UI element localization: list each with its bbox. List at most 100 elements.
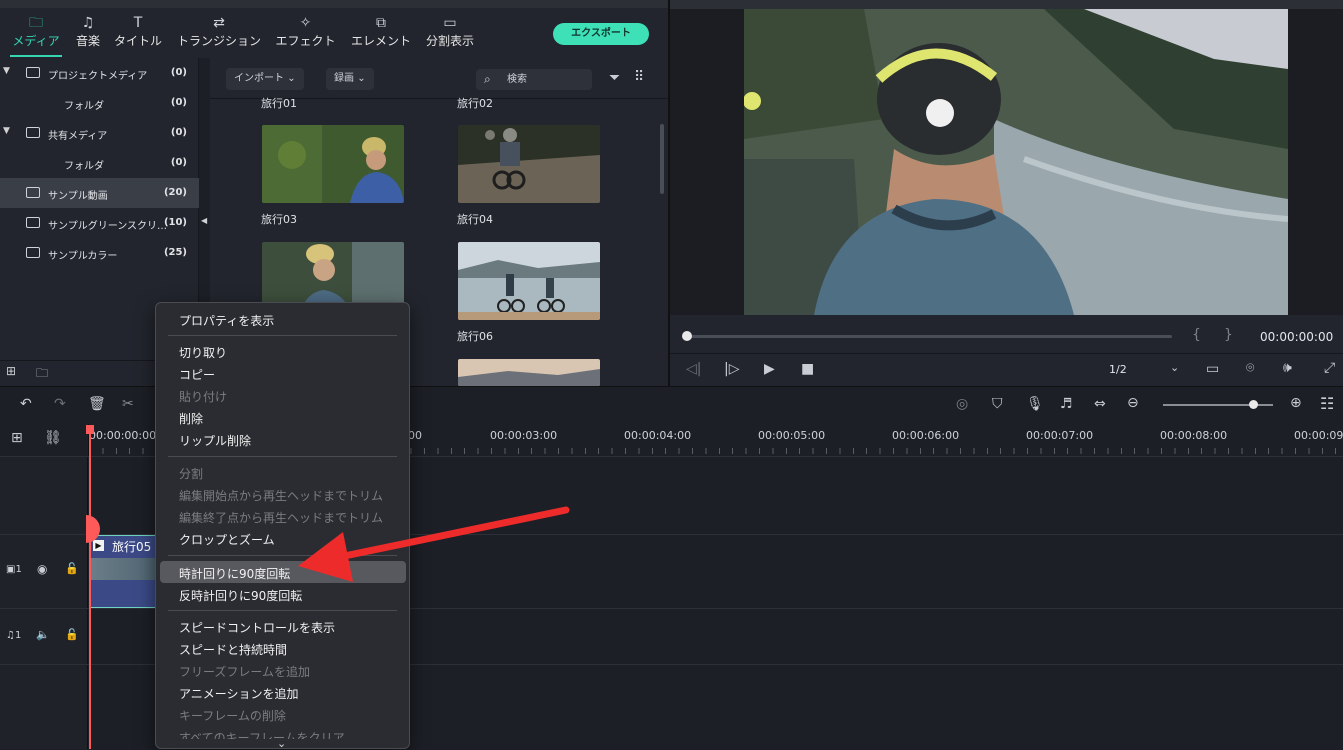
menu-item-ripple-delete[interactable]: リップル削除 [179,432,251,449]
media-thumbnail[interactable] [458,359,600,386]
title-strip [670,0,1343,9]
marker-icon[interactable]: ⛉ [992,396,1003,412]
audio-track-label: ♫1 [6,630,22,641]
lock-icon[interactable]: 🔓 [65,562,79,575]
tab-split-screen[interactable]: ▭ 分割表示 [425,14,475,49]
tab-element[interactable]: ⧉ エレメント [350,14,412,49]
zoom-select[interactable]: 1/2 ⌄ [1102,360,1182,380]
menu-item-clear-keyframes: すべてのキーフレームをクリア [179,731,345,739]
media-item-label: 旅行06 [457,330,493,343]
import-dropdown[interactable]: インポート ⌄ [226,68,304,90]
playhead[interactable] [89,425,91,749]
folder-icon [26,67,40,78]
tree-item-sample-video[interactable]: サンプル動画 (20) [0,178,199,208]
export-button[interactable]: エクスポート [553,23,649,45]
media-item-label: 旅行02 [457,97,493,110]
new-folder-icon[interactable]: ⊞ [6,364,16,378]
tab-effect[interactable]: ✧ エフェクト [275,14,336,49]
video-track-label: ▣1 [6,564,22,575]
media-thumbnail[interactable] [458,242,600,320]
chevron-down-icon: ⌄ [357,73,366,84]
music-note-icon: ♫ [6,630,15,641]
divider [670,353,1343,354]
play-icon[interactable]: ▶ [764,361,775,377]
folder-icon [26,247,40,258]
eye-icon[interactable]: ◉ [37,562,47,576]
scroll-down-icon[interactable]: ⌄ [277,737,286,750]
menu-item-properties[interactable]: プロパティを表示 [179,312,274,329]
tree-item-sample-green-screen[interactable]: サンプルグリーンスクリ… (10) [0,208,199,238]
trash-icon[interactable]: 🗑 [88,396,106,412]
camera-icon[interactable]: ⌾ [1246,360,1254,376]
search-input[interactable]: ⌕ 検索 [476,69,592,90]
prev-frame-icon[interactable]: ◁| [686,361,701,377]
step-forward-icon[interactable]: |▷ [724,361,739,377]
grid-view-icon[interactable]: ⠿ [634,69,644,85]
scissors-icon[interactable]: ✂ [122,396,134,412]
collapse-panel-icon[interactable]: ◀ [201,216,207,225]
menu-item-cut[interactable]: 切り取り [179,344,227,361]
menu-item-add-animation[interactable]: アニメーションを追加 [179,685,299,702]
render-icon[interactable]: ◎ [956,396,968,412]
undo-icon[interactable]: ↶ [20,396,32,412]
element-icon: ⧉ [376,15,386,31]
chevron-down-icon: ⌄ [287,73,296,84]
zoom-slider-handle[interactable] [1249,400,1258,409]
ruler-time: 00:00:06:00 [892,429,960,442]
tree-item-sample-color[interactable]: サンプルカラー (25) [0,238,199,268]
menu-item-delete[interactable]: 削除 [179,410,203,427]
mark-out-button[interactable]: } [1224,327,1233,343]
folder-icon[interactable]: 🗀 [36,364,48,385]
zoom-out-icon[interactable]: ⊖ [1127,395,1139,411]
tab-music[interactable]: ♫ 音楽 [74,14,102,49]
expand-arrow-icon[interactable]: ▼ [3,66,10,76]
menu-item-speed-duration[interactable]: スピードと持続時間 [179,641,287,658]
menu-item-trim-start: 編集開始点から再生ヘッドまでトリム [179,489,384,503]
text-icon: T [133,15,143,31]
ruler-time: 00:00:08:00 [1160,429,1228,442]
tree-item-folder[interactable]: フォルダ (0) [0,88,199,118]
add-track-icon[interactable]: ⊞ [11,430,23,446]
record-dropdown[interactable]: 録画 ⌄ [326,68,374,90]
menu-item-paste: 貼り付け [179,390,228,404]
menu-item-crop-zoom[interactable]: クロップとズーム [179,531,275,548]
filter-icon[interactable]: ⏷ [609,70,620,86]
audio-mixer-icon[interactable]: ♬ [1060,396,1073,412]
fit-icon[interactable]: ⇔ [1094,396,1106,412]
menu-item-rotate-ccw[interactable]: 反時計回りに90度回転 [179,587,302,604]
volume-icon[interactable]: 🕪 [1283,360,1292,376]
link-icon[interactable]: ⛓ [44,430,62,446]
stop-icon[interactable]: ■ [801,361,814,377]
menu-item-speed-control[interactable]: スピードコントロールを表示 [179,619,335,636]
mark-in-button[interactable]: { [1192,327,1201,343]
zoom-in-icon[interactable]: ⊕ [1290,395,1302,411]
fullscreen-icon[interactable]: ⤢ [1324,360,1335,376]
display-icon[interactable]: ▭ [1206,361,1219,377]
media-thumbnail[interactable] [262,125,404,203]
tree-item-project-media[interactable]: ▼ プロジェクトメディア (0) [0,58,199,88]
progress-handle[interactable] [682,331,692,341]
redo-icon[interactable]: ↷ [54,396,66,412]
microphone-icon[interactable]: 🎙 [1026,396,1044,412]
media-thumbnail[interactable] [458,125,600,203]
progress-track[interactable] [686,335,1172,338]
speaker-icon[interactable]: 🔈 [36,628,50,641]
layout-icon[interactable]: ☷ [1320,394,1334,413]
lock-icon[interactable]: 🔓 [65,628,79,641]
scrollbar[interactable] [660,124,664,194]
tab-transition[interactable]: ⇄ トランジション [177,14,261,49]
timeline-clip[interactable]: ▶ 旅行05 [89,535,157,608]
menu-item-copy[interactable]: コピー [179,366,215,383]
expand-arrow-icon[interactable]: ▼ [3,126,10,136]
playhead-handle[interactable] [86,425,94,434]
tab-media[interactable]: 🗀 メディア [10,14,62,57]
tree-item-shared-media[interactable]: ▼ 共有メディア (0) [0,118,199,148]
tree-item-folder[interactable]: フォルダ (0) [0,148,199,178]
menu-item-rotate-cw[interactable]: 時計回りに90度回転 [179,565,290,582]
tab-title[interactable]: T タイトル [114,14,162,49]
top-toolbar: 🗀 メディア ♫ 音楽 T タイトル ⇄ トランジション ✧ エフェクト ⧉ エ… [0,0,668,58]
media-item-label: 旅行03 [261,213,297,226]
ruler-time: 00:00:04:00 [624,429,692,442]
ruler-time: 00:00:00:00 [89,429,157,442]
folder-icon [26,187,40,198]
